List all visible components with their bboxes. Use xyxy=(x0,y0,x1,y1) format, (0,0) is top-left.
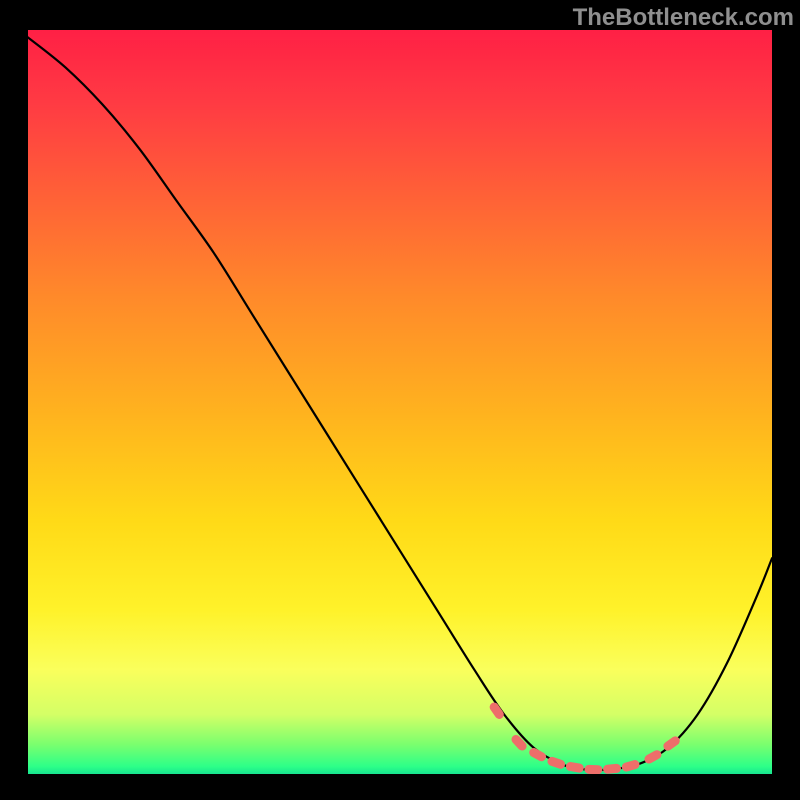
marker-capsule xyxy=(546,756,566,770)
chart-frame xyxy=(28,30,772,774)
marker-capsule xyxy=(528,746,548,762)
marker-capsule xyxy=(621,759,641,773)
bottleneck-curve xyxy=(28,37,772,770)
plot-area xyxy=(28,30,772,774)
chart-svg xyxy=(28,30,772,774)
marker-capsule xyxy=(584,765,602,774)
marker-capsule xyxy=(643,749,663,766)
marker-capsule xyxy=(488,701,506,721)
marker-capsule xyxy=(510,733,529,752)
optimal-range-markers xyxy=(488,701,682,774)
marker-capsule xyxy=(565,761,584,773)
watermark-text: TheBottleneck.com xyxy=(573,4,794,32)
marker-capsule xyxy=(603,763,622,774)
